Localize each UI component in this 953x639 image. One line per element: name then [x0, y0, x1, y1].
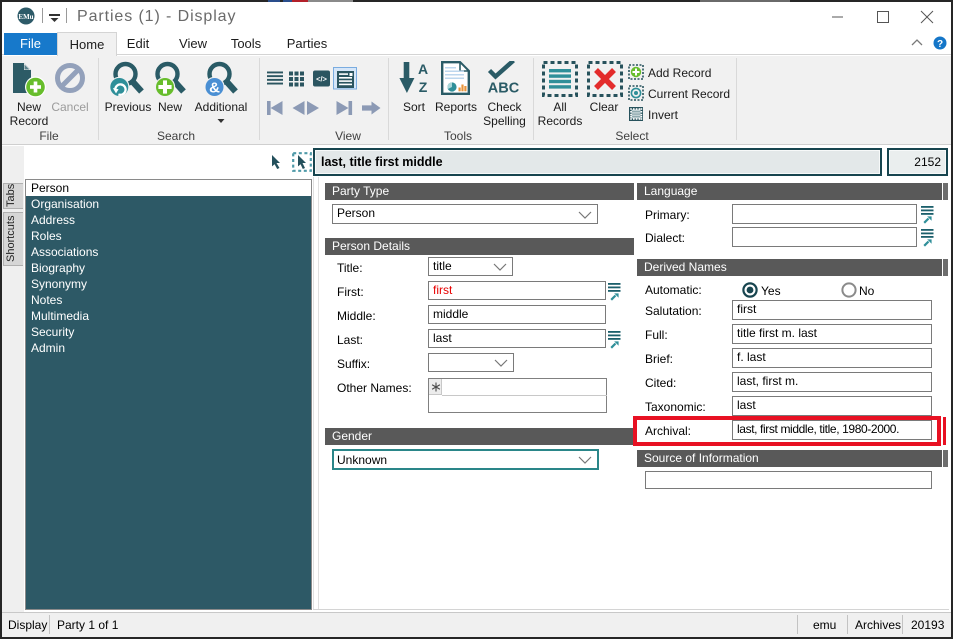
- svg-text:&: &: [209, 80, 220, 97]
- svg-text:EMu: EMu: [18, 13, 33, 21]
- svg-text:Z: Z: [419, 79, 428, 95]
- svg-text:</>: </>: [316, 75, 327, 84]
- svg-text:A: A: [418, 61, 428, 77]
- svg-text:ABC: ABC: [488, 81, 520, 96]
- svg-text:?: ?: [937, 39, 943, 50]
